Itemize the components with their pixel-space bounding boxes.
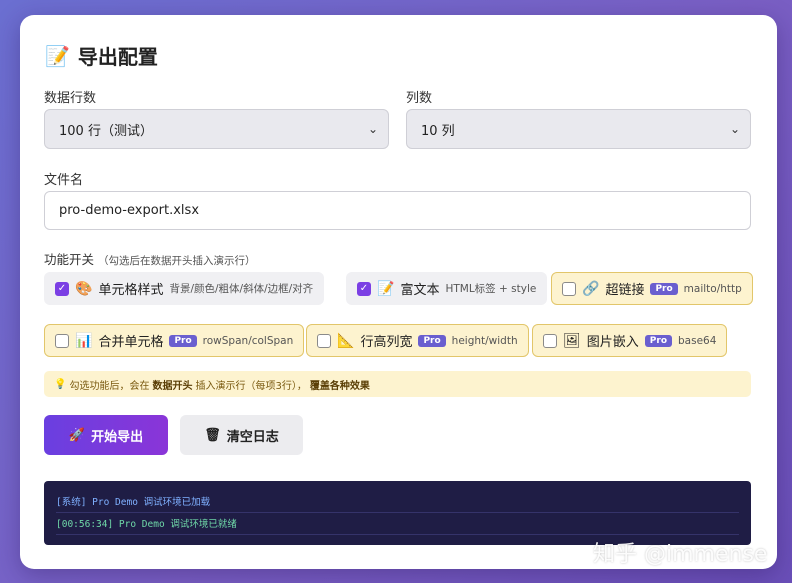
log-line: [00:56:34] Pro Demo 调试环境已就绪 (56, 513, 739, 535)
filename-label: 文件名 (44, 173, 84, 188)
memo-icon: 📝 (45, 43, 70, 68)
clear-log-button[interactable]: 🗑 清空日志 (180, 415, 303, 455)
rocket-icon: 🚀 (68, 427, 86, 443)
feature-label: 合并单元格 (98, 335, 164, 350)
feature-image-embed[interactable]: 🖼 图片嵌入 Pro base64 (532, 324, 728, 357)
features-hint: （勾选后在数据开头插入演示行） (98, 255, 256, 267)
ruler-icon: 📐 (337, 332, 355, 349)
feature-sub: HTML标签 + style (445, 283, 537, 295)
link-icon: 🔗 (582, 280, 600, 297)
chevron-down-icon: ⌄ (367, 122, 378, 136)
chart-icon: 📊 (75, 332, 93, 349)
tip-pre: 勾选功能后，会在 (69, 380, 150, 392)
feature-rich-text[interactable]: ✓ 📝 富文本 HTML标签 + style (346, 272, 548, 305)
cols-select[interactable]: 10 列 ⌄ (406, 109, 751, 149)
lightbulb-icon: 💡 (54, 378, 67, 390)
filename-value: pro-demo-export.xlsx (59, 203, 200, 218)
cols-select-value: 10 列 (421, 123, 455, 139)
start-export-button[interactable]: 🚀 开始导出 (44, 415, 168, 455)
tip-banner: 💡 勾选功能后，会在 数据开头 插入演示行（每项3行）， 覆盖各种效果 (44, 371, 751, 397)
trash-icon: 🗑 (204, 427, 221, 443)
feature-label: 行高列宽 (360, 335, 413, 350)
pro-badge: Pro (650, 282, 678, 295)
rows-label: 数据行数 (44, 91, 97, 106)
pro-badge: Pro (169, 334, 197, 347)
tip-mid: 插入演示行（每项3行）， (195, 380, 307, 392)
pro-badge: Pro (418, 334, 446, 347)
features-title: 功能开关 （勾选后在数据开头插入演示行） (44, 249, 256, 268)
page-title: 📝 导出配置 (45, 41, 158, 70)
features-title-text: 功能开关 (44, 252, 95, 267)
palette-icon: 🎨 (75, 280, 93, 297)
rows-select-value: 100 行（测试） (59, 123, 153, 139)
memo-icon: 📝 (377, 280, 395, 297)
rows-select[interactable]: 100 行（测试） ⌄ (44, 109, 389, 149)
feature-cell-style[interactable]: ✓ 🎨 单元格样式 背景/颜色/粗体/斜体/边框/对齐 (44, 272, 325, 305)
filename-input[interactable]: pro-demo-export.xlsx (44, 191, 751, 230)
log-line: [系统] Pro Demo 调试环境已加载 (56, 491, 739, 513)
feature-label: 富文本 (400, 283, 440, 298)
picture-icon: 🖼 (563, 332, 581, 349)
clear-log-label: 清空日志 (226, 429, 279, 445)
tip-strong-1: 数据开头 (152, 380, 193, 392)
feature-sub: mailto/http (683, 282, 742, 295)
feature-hyperlink-checkbox[interactable] (562, 281, 576, 296)
feature-sub: height/width (451, 334, 518, 347)
feature-sub: 背景/颜色/粗体/斜体/边框/对齐 (169, 283, 314, 295)
feature-label: 超链接 (605, 283, 645, 298)
feature-label: 单元格样式 (98, 283, 164, 298)
export-config-card: 📝 导出配置 数据行数 100 行（测试） ⌄ 列数 10 列 ⌄ 文件名 pr… (20, 15, 777, 569)
feature-hyperlink[interactable]: 🔗 超链接 Pro mailto/http (551, 272, 753, 305)
cols-label: 列数 (406, 91, 433, 106)
pro-badge: Pro (644, 334, 673, 347)
feature-image-embed-checkbox[interactable] (543, 333, 557, 348)
feature-row-height-col-width[interactable]: 📐 行高列宽 Pro height/width (306, 324, 529, 357)
feature-merge-cells-checkbox[interactable] (55, 333, 69, 348)
tip-strong-2: 覆盖各种效果 (309, 380, 370, 392)
feature-sub: rowSpan/colSpan (202, 334, 294, 347)
chevron-down-icon: ⌄ (729, 122, 740, 136)
feature-sub: base64 (678, 334, 717, 347)
feature-cell-style-checkbox[interactable]: ✓ (55, 281, 69, 296)
watermark: 知乎 @immense (593, 542, 768, 567)
page-title-text: 导出配置 (77, 45, 158, 69)
feature-label: 图片嵌入 (586, 335, 639, 350)
feature-merge-cells[interactable]: 📊 合并单元格 Pro rowSpan/colSpan (44, 324, 305, 357)
feature-rich-text-checkbox[interactable]: ✓ (357, 281, 371, 296)
feature-row-height-checkbox[interactable] (317, 333, 331, 348)
start-export-label: 开始导出 (91, 429, 144, 445)
